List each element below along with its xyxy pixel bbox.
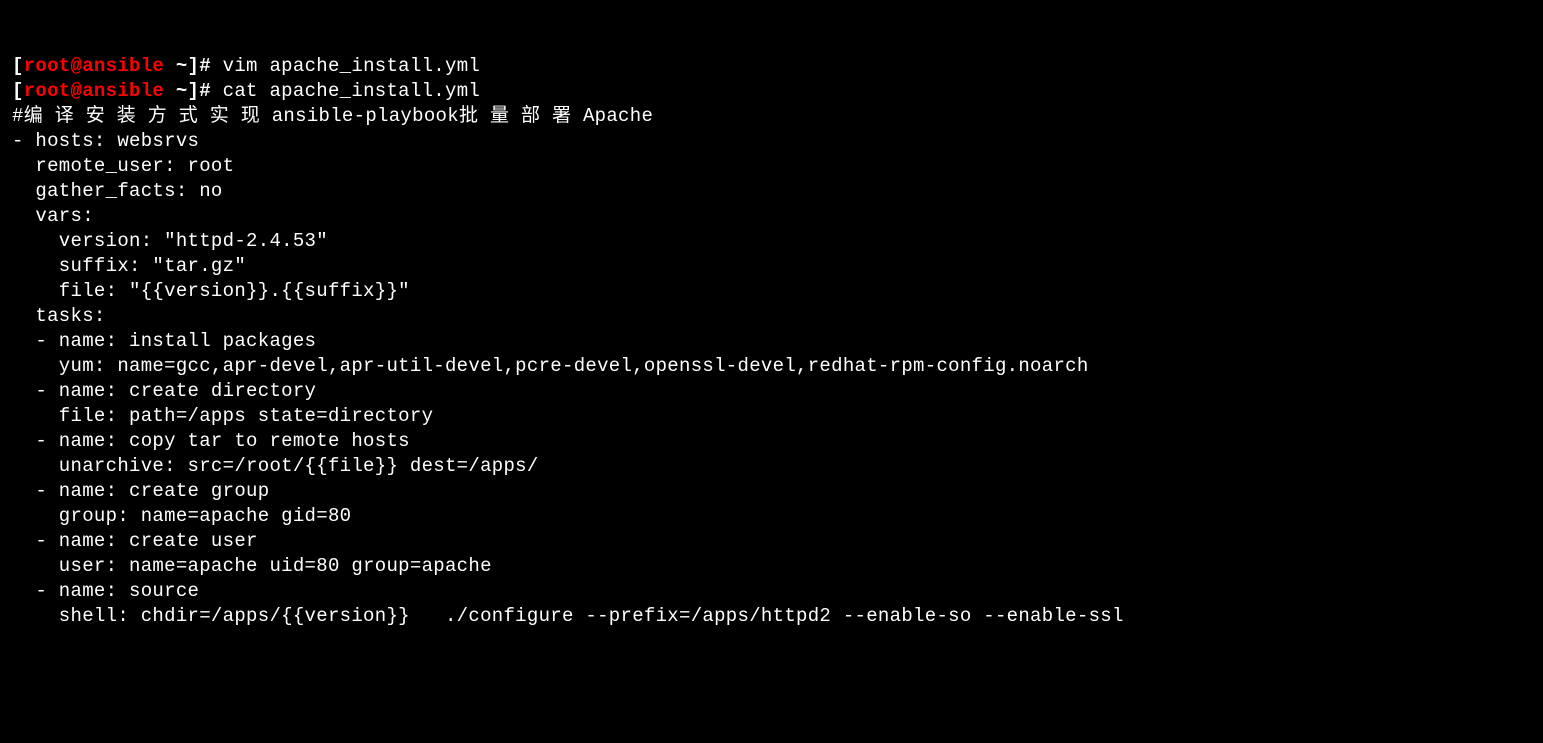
prompt-line-1[interactable]: [root@ansible ~]# vim apache_install.yml [12,54,1531,79]
file-line-remote-user: remote_user: root [12,154,1531,179]
file-line-task-createdir: - name: create directory [12,379,1531,404]
prompt-host: ansible [82,80,164,102]
file-line-task-source: - name: source [12,579,1531,604]
prompt-host: ansible [82,55,164,77]
file-line-user-module: user: name=apache uid=80 group=apache [12,554,1531,579]
file-line-version: version: "httpd-2.4.53" [12,229,1531,254]
prompt-tilde: ~ [176,55,188,77]
prompt-hash: # [199,80,222,102]
file-line-task-copytar: - name: copy tar to remote hosts [12,429,1531,454]
prompt-line-2[interactable]: [root@ansible ~]# cat apache_install.yml [12,79,1531,104]
prompt-hash: # [199,55,222,77]
file-line-comment: #编 译 安 装 方 式 实 现 ansible-playbook批 量 部 署… [12,104,1531,129]
file-line-suffix: suffix: "tar.gz" [12,254,1531,279]
file-line-file: file: "{{version}}.{{suffix}}" [12,279,1531,304]
file-line-yum: yum: name=gcc,apr-devel,apr-util-devel,p… [12,354,1531,379]
prompt-user: root [24,80,71,102]
prompt-user: root [24,55,71,77]
file-line-tasks: tasks: [12,304,1531,329]
bracket-close: ] [188,55,200,77]
bracket-open: [ [12,80,24,102]
file-line-unarchive: unarchive: src=/root/{{file}} dest=/apps… [12,454,1531,479]
command-vim: vim apache_install.yml [223,55,480,77]
command-cat: cat apache_install.yml [223,80,480,102]
file-line-task-install: - name: install packages [12,329,1531,354]
file-line-group-module: group: name=apache gid=80 [12,504,1531,529]
prompt-space [164,80,176,102]
file-line-task-user: - name: create user [12,529,1531,554]
file-line-hosts: - hosts: websrvs [12,129,1531,154]
prompt-tilde: ~ [176,80,188,102]
prompt-at: @ [71,80,83,102]
file-line-gather-facts: gather_facts: no [12,179,1531,204]
file-line-task-group: - name: create group [12,479,1531,504]
prompt-space [164,55,176,77]
bracket-close: ] [188,80,200,102]
prompt-at: @ [71,55,83,77]
terminal-output: [root@ansible ~]# vim apache_install.yml… [12,54,1531,629]
file-line-file-module: file: path=/apps state=directory [12,404,1531,429]
file-line-vars: vars: [12,204,1531,229]
file-line-shell-module: shell: chdir=/apps/{{version}} ./configu… [12,604,1531,629]
bracket-open: [ [12,55,24,77]
